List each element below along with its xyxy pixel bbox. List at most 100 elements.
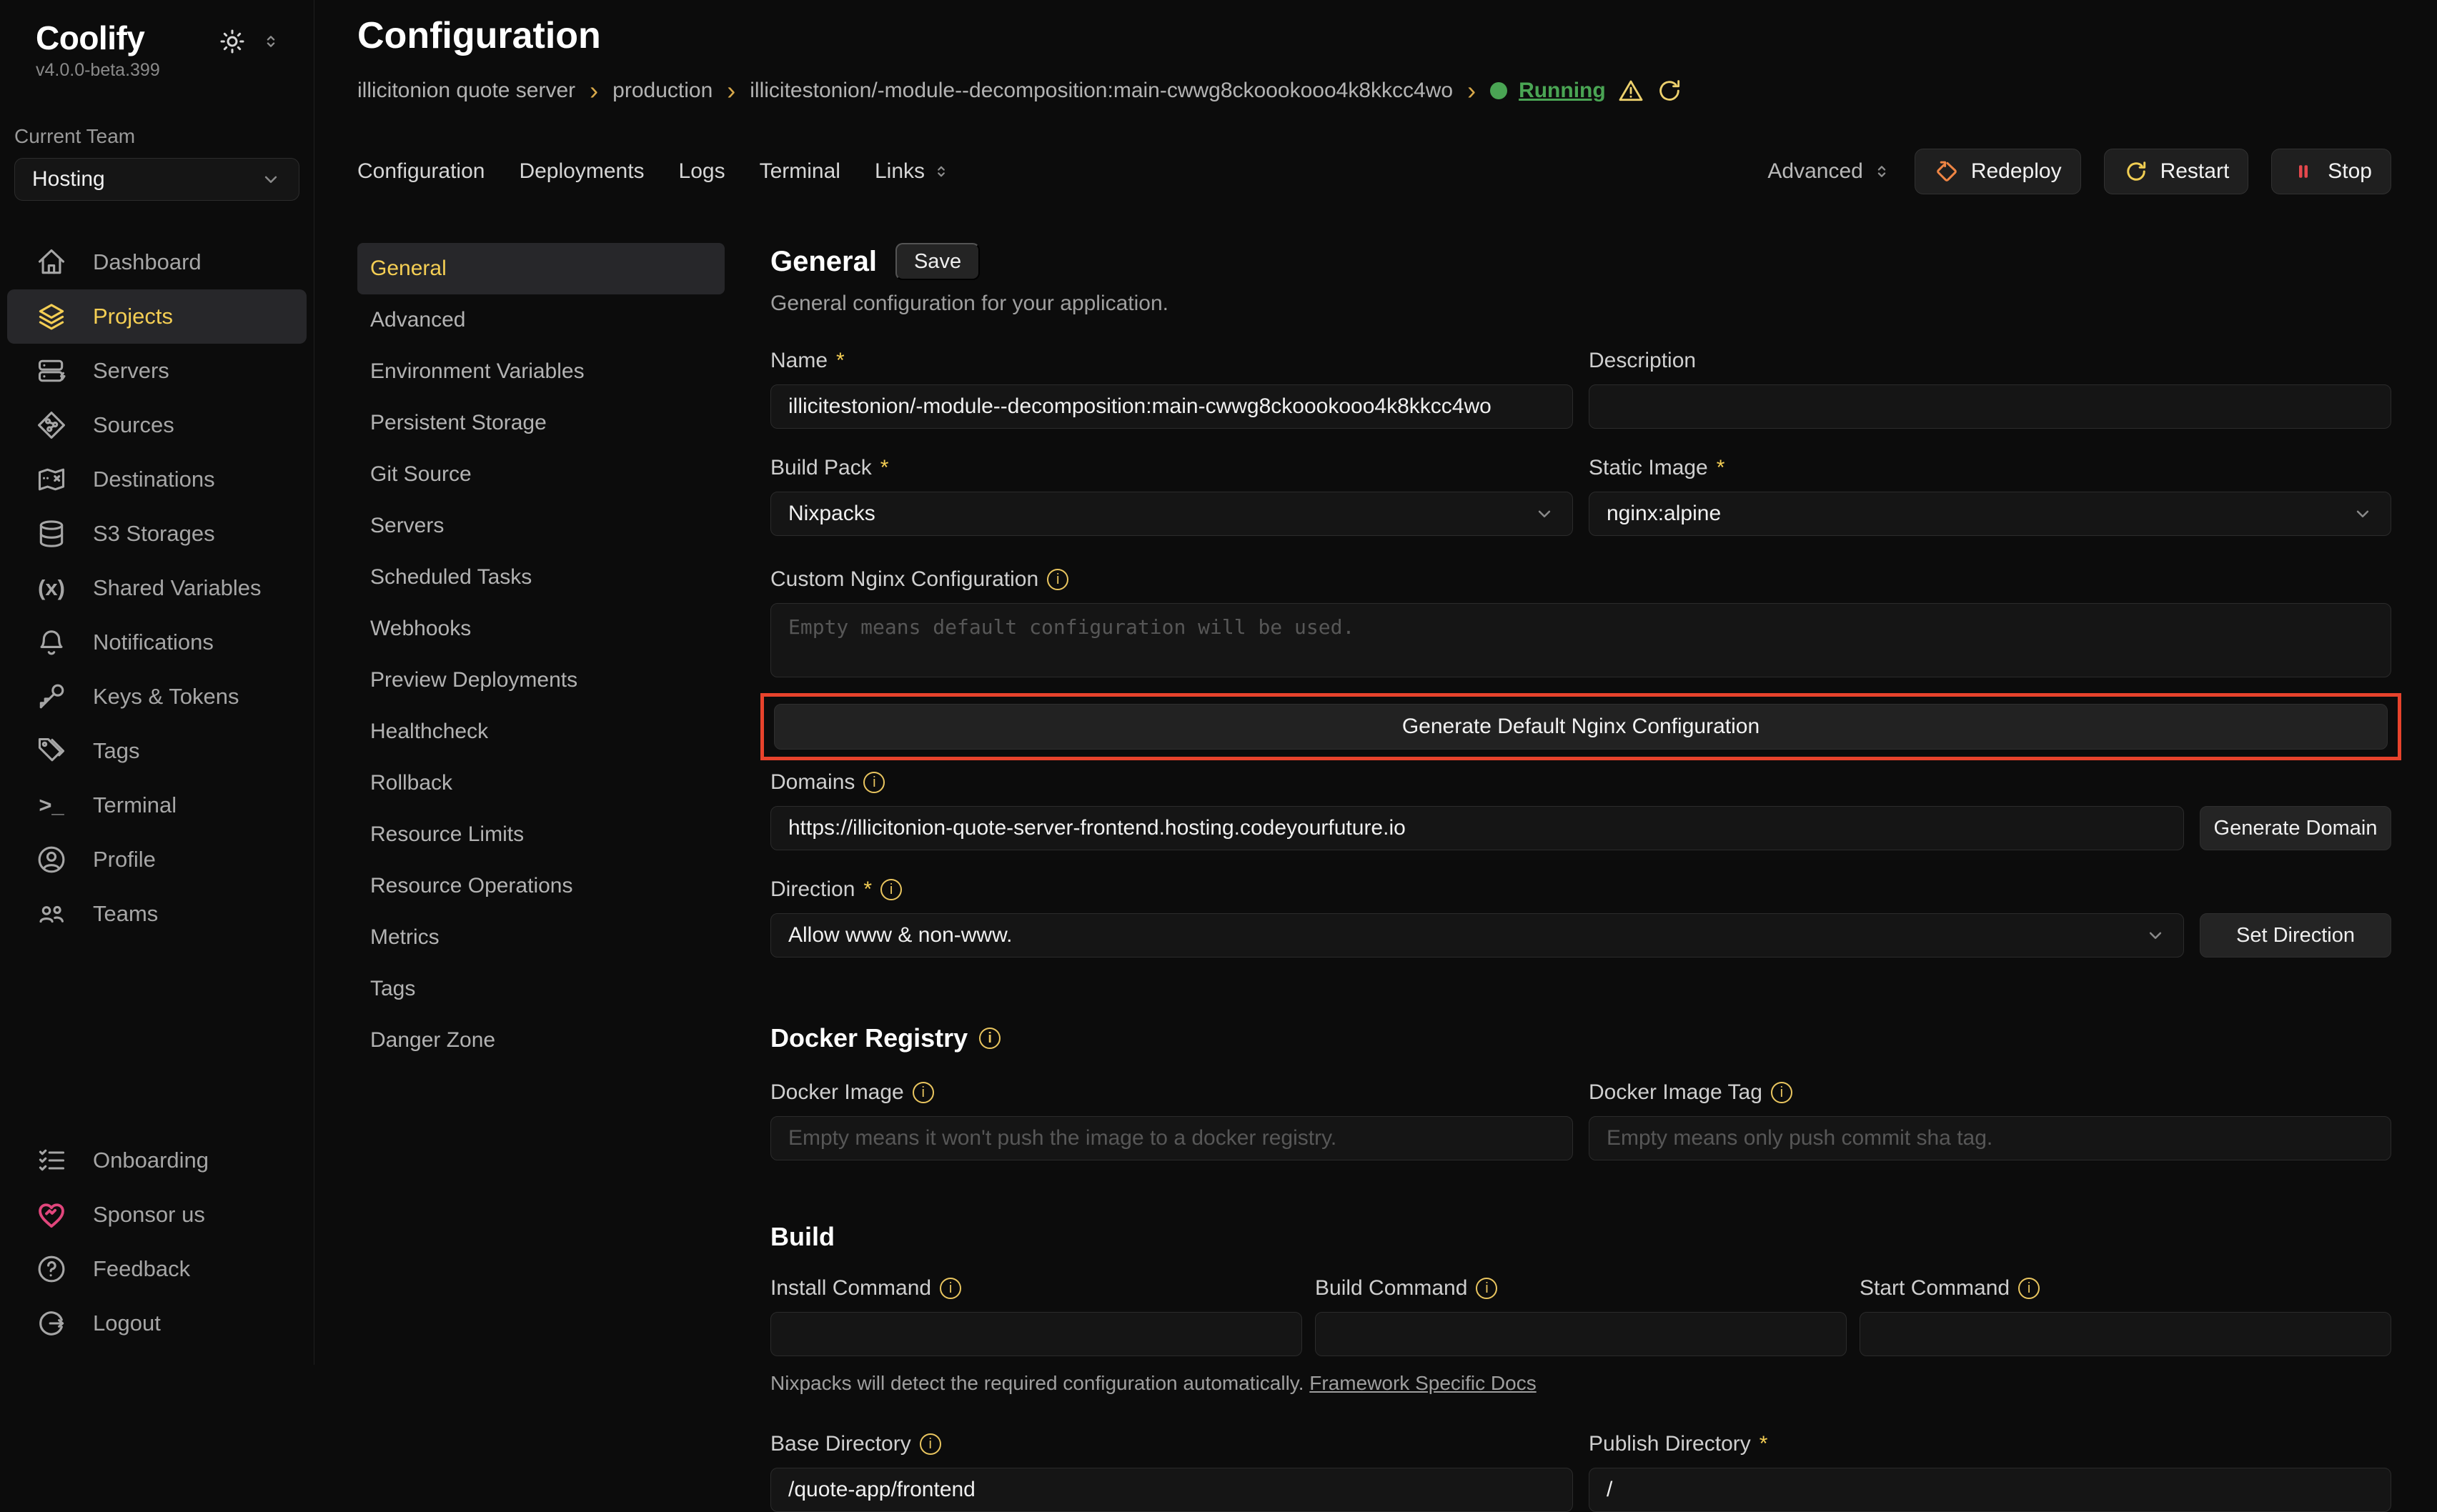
- sidebar-item-teams[interactable]: Teams: [7, 887, 307, 941]
- sidebar-item-label: Feedback: [93, 1256, 190, 1282]
- sidebar-collapse-chevrons-icon[interactable]: [261, 31, 281, 51]
- set-direction-button[interactable]: Set Direction: [2200, 913, 2391, 958]
- build-pack-select[interactable]: Nixpacks: [770, 492, 1573, 536]
- team-select[interactable]: Hosting: [14, 158, 299, 201]
- base-directory-input[interactable]: [770, 1468, 1573, 1512]
- home-icon: [36, 247, 67, 278]
- sidebar-item-terminal[interactable]: >_ Terminal: [7, 778, 307, 832]
- subnav-item-git-source[interactable]: Git Source: [357, 449, 725, 500]
- sidebar-item-notifications[interactable]: Notifications: [7, 615, 307, 670]
- tab-deployments[interactable]: Deployments: [519, 159, 644, 184]
- restart-button[interactable]: Restart: [2104, 149, 2249, 194]
- start-command-input[interactable]: [1860, 1312, 2391, 1356]
- redeploy-button[interactable]: Redeploy: [1915, 149, 2081, 194]
- breadcrumb-project[interactable]: illicitonion quote server: [357, 79, 575, 103]
- docker-image-input[interactable]: [770, 1116, 1573, 1160]
- sidebar-item-onboarding[interactable]: Onboarding: [7, 1133, 307, 1188]
- sidebar-item-sponsor-us[interactable]: Sponsor us: [7, 1188, 307, 1242]
- generate-default-nginx-button[interactable]: Generate Default Nginx Configuration: [774, 704, 2388, 750]
- sidebar-item-label: Logout: [93, 1310, 161, 1336]
- app-logo[interactable]: Coolify: [36, 19, 144, 57]
- breadcrumb-environment[interactable]: production: [612, 79, 713, 103]
- sidebar-item-feedback[interactable]: Feedback: [7, 1242, 307, 1296]
- sidebar-item-dashboard[interactable]: Dashboard: [7, 235, 307, 289]
- info-icon[interactable]: [913, 1082, 934, 1103]
- info-icon[interactable]: [1771, 1082, 1792, 1103]
- subnav-item-healthcheck[interactable]: Healthcheck: [357, 706, 725, 757]
- subnav-item-environment-variables[interactable]: Environment Variables: [357, 346, 725, 397]
- subnav-item-danger-zone[interactable]: Danger Zone: [357, 1015, 725, 1066]
- subnav-item-preview-deployments[interactable]: Preview Deployments: [357, 655, 725, 706]
- status-group: Running: [1490, 77, 1683, 104]
- sidebar-item-profile[interactable]: Profile: [7, 832, 307, 887]
- subnav-item-servers[interactable]: Servers: [357, 500, 725, 552]
- subnav-item-resource-operations[interactable]: Resource Operations: [357, 860, 725, 912]
- tab-logs[interactable]: Logs: [679, 159, 725, 184]
- domains-input[interactable]: [770, 806, 2184, 850]
- sidebar-item-s3-storages[interactable]: S3 Storages: [7, 507, 307, 561]
- generate-domain-button[interactable]: Generate Domain: [2200, 806, 2391, 850]
- info-icon[interactable]: [1047, 569, 1068, 590]
- warning-triangle-icon[interactable]: [1617, 77, 1644, 104]
- stop-button[interactable]: Stop: [2271, 149, 2391, 194]
- subnav-item-persistent-storage[interactable]: Persistent Storage: [357, 397, 725, 449]
- info-icon[interactable]: [940, 1278, 961, 1299]
- direction-select[interactable]: Allow www & non-www.: [770, 913, 2184, 958]
- refresh-icon[interactable]: [1656, 77, 1683, 104]
- subnav-item-metrics[interactable]: Metrics: [357, 912, 725, 963]
- users-icon: [36, 898, 67, 930]
- subnav-item-general[interactable]: General: [357, 243, 725, 294]
- subnav-item-rollback[interactable]: Rollback: [357, 757, 725, 809]
- subnav-item-webhooks[interactable]: Webhooks: [357, 603, 725, 655]
- sidebar-item-label: Sponsor us: [93, 1202, 205, 1228]
- static-image-select[interactable]: nginx:alpine: [1589, 492, 2391, 536]
- description-input[interactable]: [1589, 384, 2391, 429]
- subnav-item-scheduled-tasks[interactable]: Scheduled Tasks: [357, 552, 725, 603]
- advanced-dropdown[interactable]: Advanced: [1767, 159, 1891, 184]
- info-icon[interactable]: [880, 879, 902, 900]
- sidebar-item-logout[interactable]: Logout: [7, 1296, 307, 1351]
- install-command-label: Install Command: [770, 1276, 1302, 1300]
- breadcrumb: illicitonion quote server › production ›…: [357, 77, 2391, 104]
- info-icon[interactable]: [1476, 1278, 1497, 1299]
- build-command-label: Build Command: [1315, 1276, 1847, 1300]
- info-icon[interactable]: [2018, 1278, 2040, 1299]
- subnav-item-advanced[interactable]: Advanced: [357, 294, 725, 346]
- sidebar-item-label: Tags: [93, 738, 139, 764]
- sidebar-item-sources[interactable]: Sources: [7, 398, 307, 452]
- sidebar-item-label: Dashboard: [93, 249, 202, 275]
- sidebar-item-keys-tokens[interactable]: Keys & Tokens: [7, 670, 307, 724]
- info-icon[interactable]: [863, 772, 885, 793]
- name-input[interactable]: [770, 384, 1573, 429]
- subnav-item-tags[interactable]: Tags: [357, 963, 725, 1015]
- sidebar-item-shared-variables[interactable]: (x) Shared Variables: [7, 561, 307, 615]
- framework-docs-link[interactable]: Framework Specific Docs: [1309, 1372, 1536, 1394]
- sidebar-item-destinations[interactable]: Destinations: [7, 452, 307, 507]
- sidebar-footer: Onboarding Sponsor us Feedback Logout: [0, 1133, 314, 1351]
- chevron-down-icon: [260, 169, 282, 190]
- sidebar-item-tags[interactable]: Tags: [7, 724, 307, 778]
- annotation-highlight-box: Generate Default Nginx Configuration: [760, 693, 2401, 760]
- build-command-input[interactable]: [1315, 1312, 1847, 1356]
- theme-toggle-sun-icon[interactable]: [218, 27, 247, 56]
- tab-configuration[interactable]: Configuration: [357, 159, 485, 184]
- custom-nginx-textarea[interactable]: [770, 603, 2391, 677]
- info-icon[interactable]: [920, 1433, 941, 1455]
- build-pack-label: Build Pack*: [770, 456, 1573, 480]
- install-command-input[interactable]: [770, 1312, 1302, 1356]
- config-subnav: General Advanced Environment Variables P…: [357, 243, 725, 1066]
- required-asterisk: *: [1717, 456, 1725, 480]
- docker-image-tag-input[interactable]: [1589, 1116, 2391, 1160]
- breadcrumb-separator-icon: ›: [727, 81, 735, 101]
- publish-directory-input[interactable]: [1589, 1468, 2391, 1512]
- status-badge[interactable]: Running: [1519, 79, 1606, 103]
- breadcrumb-resource[interactable]: illicitestonion/-module--decomposition:m…: [750, 79, 1453, 103]
- info-icon[interactable]: [979, 1028, 1001, 1049]
- sidebar-item-servers[interactable]: Servers: [7, 344, 307, 398]
- sidebar-item-projects[interactable]: Projects: [7, 289, 307, 344]
- tab-terminal[interactable]: Terminal: [760, 159, 840, 184]
- save-button[interactable]: Save: [895, 243, 980, 280]
- tab-links[interactable]: Links: [875, 159, 951, 184]
- required-asterisk: *: [880, 456, 889, 480]
- subnav-item-resource-limits[interactable]: Resource Limits: [357, 809, 725, 860]
